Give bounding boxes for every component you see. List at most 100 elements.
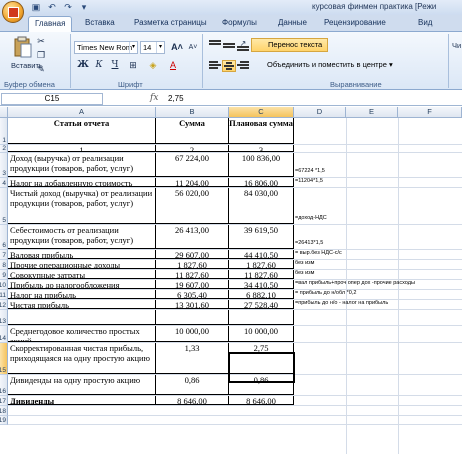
row-header[interactable]: 15 (0, 343, 8, 375)
cell-amount[interactable]: 11 827,60 (156, 270, 229, 279)
copy-icon[interactable]: ❐ (34, 49, 48, 62)
number-format-label[interactable]: Чи (451, 40, 462, 51)
cell-article[interactable]: 1 (8, 145, 156, 152)
cell-planned-amount[interactable]: 34 410,50 (229, 280, 294, 289)
cell-amount[interactable]: 10 000,00 (156, 326, 229, 342)
cell-amount[interactable]: 19 607,00 (156, 280, 229, 289)
row-header[interactable]: 19 (0, 416, 8, 425)
cell-planned-amount[interactable]: 0,86 (229, 375, 294, 395)
cell-note[interactable]: без изм (294, 260, 462, 269)
cell-note[interactable]: =67224 *1,5 (294, 153, 462, 177)
cell-note[interactable] (294, 310, 462, 325)
tab-insert[interactable]: Вставка (85, 18, 115, 27)
tab-page-layout[interactable]: Разметка страницы (134, 18, 207, 27)
cell-planned-amount[interactable]: 27 528,40 (229, 300, 294, 309)
row-header[interactable]: 17 (0, 396, 8, 406)
cell-article[interactable]: Совокупные затраты (8, 270, 156, 279)
cell-article[interactable]: Валовая прибыль (8, 250, 156, 259)
select-all-corner[interactable] (0, 107, 8, 118)
borders-icon[interactable]: ⊞ (126, 59, 140, 72)
cell-planned-amount[interactable]: 84 030,00 (229, 188, 294, 224)
cell-note[interactable]: = выр.без НДС-с/с (294, 250, 462, 259)
row-header[interactable]: 6 (0, 225, 8, 250)
cell-article[interactable] (8, 310, 156, 325)
align-middle-icon[interactable] (222, 42, 236, 54)
cell-note[interactable]: = прибыль до н/обл *0,2 (294, 290, 462, 299)
cell-article[interactable]: Налог на добавленную стоимость (8, 178, 156, 187)
row-header[interactable]: 16 (0, 375, 8, 396)
row-header[interactable]: 13 (0, 310, 8, 326)
row-header[interactable]: 10 (0, 280, 8, 290)
tab-view[interactable]: Вид (418, 18, 432, 27)
format-painter-icon[interactable]: ✎ (34, 63, 48, 76)
cell-note[interactable] (294, 118, 462, 144)
cell-note[interactable]: =11204*1,5 (294, 178, 462, 187)
italic-button[interactable]: К (92, 59, 106, 72)
cell-planned-amount[interactable]: 10 000,00 (229, 326, 294, 342)
grow-font-icon[interactable]: A˄ (170, 41, 184, 54)
cell-article[interactable]: Чистый доход (выручка) от реализации про… (8, 188, 156, 224)
row-header[interactable]: 18 (0, 406, 8, 416)
cell-amount[interactable]: 56 020,00 (156, 188, 229, 224)
cell-planned-amount[interactable]: 11 827,60 (229, 270, 294, 279)
cell-note[interactable] (294, 145, 462, 152)
name-box[interactable]: C15 (1, 93, 103, 105)
row-header[interactable]: 2 (0, 145, 8, 153)
orientation-icon[interactable]: ↗ (236, 37, 250, 50)
cell-note[interactable] (294, 416, 462, 424)
cell-amount[interactable]: 29 607,00 (156, 250, 229, 259)
paste-icon[interactable] (14, 36, 32, 58)
cell-article[interactable]: Себестоимость от реализации продукции (т… (8, 225, 156, 249)
office-button[interactable] (2, 1, 24, 23)
row-header[interactable]: 7 (0, 250, 8, 260)
cell-note[interactable] (294, 406, 462, 415)
wrap-text-button[interactable]: Перенос текста (251, 38, 329, 52)
cell-article[interactable]: Среднегодовое количество простых акций (8, 326, 156, 342)
cell-amount[interactable]: 11 204,00 (156, 178, 229, 187)
cell-planned-amount[interactable]: 100 836,00 (229, 153, 294, 177)
cell-amount[interactable] (156, 310, 229, 325)
row-header[interactable]: 9 (0, 270, 8, 280)
cell-planned-amount[interactable]: Плановая сумма (229, 118, 294, 144)
cell-note[interactable]: =доход-НДС (294, 188, 462, 224)
align-right-icon[interactable] (236, 60, 250, 72)
cell-amount[interactable]: 67 224,00 (156, 153, 229, 177)
chevron-down-icon[interactable]: ▾ (156, 42, 164, 53)
cell-planned-amount[interactable]: 44 410,50 (229, 250, 294, 259)
cell-article[interactable]: Дивиденды на одну простую акцию (8, 375, 156, 395)
font-size-combo[interactable]: 14 ▾ (140, 41, 165, 54)
cell-amount[interactable]: 0,86 (156, 375, 229, 395)
tab-review[interactable]: Рецензирование (324, 18, 386, 27)
cell-article[interactable]: Прочие операционные доходы (8, 260, 156, 269)
cell-planned-amount[interactable]: 39 619,50 (229, 225, 294, 249)
column-header-f[interactable]: F (398, 107, 462, 118)
cell-note[interactable]: без изм (294, 270, 462, 279)
row-header[interactable]: 1 (0, 118, 8, 145)
column-header-a[interactable]: A (8, 107, 156, 118)
cell-article[interactable]: Доход (выручка) от реализации продукции … (8, 153, 156, 177)
row-header[interactable]: 8 (0, 260, 8, 270)
cell-planned-amount[interactable]: 8 646,00 (229, 396, 294, 405)
redo-icon[interactable]: ↷ (62, 2, 74, 13)
fill-color-icon[interactable]: ◈ (146, 59, 160, 72)
cell-note[interactable]: =прибыль до н/о - налог на прибыль (294, 300, 462, 309)
cell-planned-amount[interactable]: 2,75 (229, 343, 294, 374)
cell-planned-amount[interactable]: 1 827,60 (229, 260, 294, 269)
qat-dropdown-icon[interactable]: ▾ (78, 2, 90, 13)
cell-amount[interactable]: 1,33 (156, 343, 229, 374)
cell-amount[interactable]: 2 (156, 145, 229, 152)
align-left-icon[interactable] (208, 60, 222, 72)
cell-amount[interactable]: 8 646,00 (156, 396, 229, 405)
tab-data[interactable]: Данные (278, 18, 307, 27)
cell-article[interactable]: Прибыль до налогообложения (8, 280, 156, 289)
cell-planned-amount[interactable]: 3 (229, 145, 294, 152)
row-header[interactable]: 4 (0, 178, 8, 188)
cell-amount[interactable]: 13 301,60 (156, 300, 229, 309)
row-header[interactable]: 3 (0, 153, 8, 178)
cell-amount[interactable]: 1 827,60 (156, 260, 229, 269)
function-icon[interactable]: fx (150, 93, 158, 103)
row-header[interactable]: 14 (0, 326, 8, 343)
chevron-down-icon[interactable]: ▾ (129, 42, 137, 53)
cell-planned-amount[interactable] (229, 310, 294, 325)
cell-note[interactable] (294, 375, 462, 395)
